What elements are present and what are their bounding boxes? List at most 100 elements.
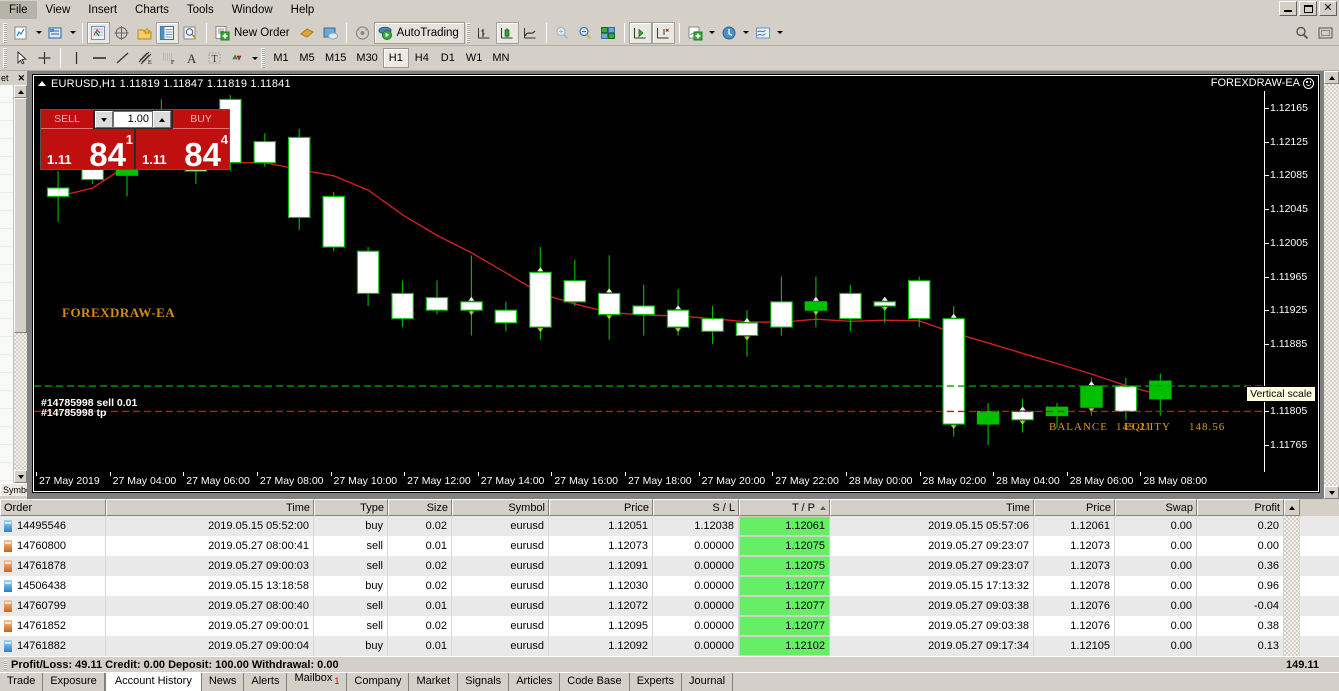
tab-code-base[interactable]: Code Base bbox=[560, 673, 630, 691]
tab-news[interactable]: News bbox=[201, 673, 245, 691]
sell-price-box[interactable]: 1.11 84 1 bbox=[41, 129, 134, 169]
new-order-button[interactable]: New Order bbox=[211, 22, 296, 44]
chart-restore-icon[interactable] bbox=[38, 81, 46, 86]
autotrading-button[interactable]: AutoTrading bbox=[373, 21, 465, 44]
candlestick-chart-icon[interactable] bbox=[495, 21, 519, 44]
column-header-price[interactable]: Price bbox=[549, 499, 653, 516]
table-row[interactable]: 14506438 2019.05.15 13:18:58 buy 0.02 eurusd… bbox=[0, 576, 1339, 596]
chart-plot-container[interactable]: FOREXDRAW-EA #14785998 sell 0.01 #147859… bbox=[33, 91, 1319, 472]
chart-shift-icon[interactable] bbox=[651, 21, 675, 44]
zoom-out-icon[interactable] bbox=[574, 22, 597, 44]
sell-button[interactable]: SELL bbox=[41, 110, 93, 129]
column-header-price[interactable]: Price bbox=[1034, 499, 1115, 516]
market-watch-grid[interactable] bbox=[0, 85, 14, 483]
tab-exposure[interactable]: Exposure bbox=[43, 673, 105, 691]
vertical-line-icon[interactable] bbox=[65, 47, 88, 69]
toolbar-grip-3[interactable] bbox=[3, 48, 7, 68]
profiles-dropdown-icon[interactable] bbox=[67, 22, 78, 44]
templates-icon[interactable] bbox=[752, 22, 775, 44]
menu-item-insert[interactable]: Insert bbox=[79, 1, 126, 19]
column-header-s-l[interactable]: S / L bbox=[653, 499, 739, 516]
toolbar-grip[interactable] bbox=[3, 22, 7, 43]
column-header-time[interactable]: Time bbox=[830, 499, 1034, 516]
horizontal-line-icon[interactable] bbox=[88, 47, 111, 69]
menu-item-window[interactable]: Window bbox=[223, 1, 282, 19]
indicators-icon[interactable] bbox=[684, 22, 707, 44]
tab-articles[interactable]: Articles bbox=[509, 673, 561, 691]
timeframe-m15[interactable]: M15 bbox=[320, 48, 351, 68]
search-icon[interactable] bbox=[1291, 22, 1314, 44]
bar-chart-icon[interactable] bbox=[473, 22, 496, 44]
column-header-order[interactable]: Order bbox=[0, 499, 106, 516]
menu-item-charts[interactable]: Charts bbox=[126, 1, 178, 19]
crosshair-icon[interactable] bbox=[33, 47, 56, 69]
zoom-in-icon[interactable] bbox=[551, 22, 574, 44]
timeframe-h4[interactable]: H4 bbox=[409, 48, 435, 68]
price-axis[interactable]: Vertical scale 1.12165 1.12125 1.12085 1.12… bbox=[1246, 91, 1318, 472]
templates-dropdown-icon[interactable] bbox=[775, 22, 786, 44]
scrollbar-track[interactable] bbox=[14, 333, 27, 470]
line-chart-icon[interactable] bbox=[519, 22, 542, 44]
volume-increase-icon[interactable] bbox=[153, 111, 171, 128]
periods-dropdown-icon[interactable] bbox=[741, 22, 752, 44]
time-axis[interactable]: 27 May 2019 27 May 04:00 27 May 06:00 27 Ma… bbox=[33, 472, 1319, 492]
tab-signals[interactable]: Signals bbox=[458, 673, 510, 691]
column-header-profit[interactable]: Profit bbox=[1197, 499, 1284, 516]
close-button[interactable]: ✕ bbox=[1319, 1, 1337, 16]
table-row[interactable]: 14760800 2019.05.27 08:00:41 sell 0.01 eurus… bbox=[0, 536, 1339, 556]
toolbar-grip-2[interactable] bbox=[465, 22, 470, 43]
tab-trade[interactable]: Trade bbox=[0, 673, 44, 691]
chart-scroll-up-icon[interactable] bbox=[1324, 71, 1339, 84]
column-header-type[interactable]: Type bbox=[314, 499, 388, 516]
trendline-icon[interactable] bbox=[111, 47, 134, 69]
text-icon[interactable]: A bbox=[180, 47, 203, 69]
timeframe-d1[interactable]: D1 bbox=[435, 48, 461, 68]
volume-input[interactable]: 1.00 bbox=[113, 111, 153, 128]
buy-button[interactable]: BUY bbox=[173, 110, 229, 129]
timeframe-w1[interactable]: W1 bbox=[461, 48, 488, 68]
column-header-symbol[interactable]: Symbol bbox=[452, 499, 549, 516]
column-header-size[interactable]: Size bbox=[388, 499, 452, 516]
chart-scrollbar-track[interactable] bbox=[1324, 84, 1339, 486]
timeframe-m30[interactable]: M30 bbox=[351, 48, 382, 68]
tab-alerts[interactable]: Alerts bbox=[244, 673, 288, 691]
arrows-icon[interactable] bbox=[226, 47, 249, 69]
column-header-t-p[interactable]: T / P bbox=[739, 499, 830, 516]
profiles-icon[interactable] bbox=[44, 22, 67, 44]
tab-journal[interactable]: Journal bbox=[681, 673, 734, 691]
terminal-scroll-up-icon[interactable] bbox=[1284, 499, 1300, 516]
scroll-up-icon[interactable] bbox=[14, 85, 27, 98]
chart-vertical-scrollbar[interactable] bbox=[1324, 71, 1339, 499]
scroll-down-icon[interactable] bbox=[14, 470, 27, 483]
periods-icon[interactable] bbox=[718, 22, 741, 44]
table-row[interactable]: 14761878 2019.05.27 09:00:03 sell 0.02 eurus… bbox=[0, 556, 1339, 576]
column-header-swap[interactable]: Swap bbox=[1115, 499, 1197, 516]
text-label-icon[interactable]: T bbox=[203, 47, 226, 69]
minimize-button[interactable] bbox=[1279, 1, 1297, 16]
menu-item-help[interactable]: Help bbox=[282, 1, 324, 19]
auto-scroll-icon[interactable] bbox=[628, 21, 652, 44]
column-header-time[interactable]: Time bbox=[106, 499, 314, 516]
mql5-community-icon[interactable] bbox=[319, 22, 342, 44]
terminal-icon[interactable] bbox=[156, 21, 179, 44]
timeframe-mn[interactable]: MN bbox=[487, 48, 514, 68]
cursor-icon[interactable] bbox=[10, 47, 33, 69]
metaeditor-icon[interactable] bbox=[296, 22, 319, 44]
new-chart-dropdown-icon[interactable] bbox=[33, 22, 44, 44]
tab-experts[interactable]: Experts bbox=[629, 673, 682, 691]
indicators-dropdown-icon[interactable] bbox=[707, 22, 718, 44]
data-window-icon[interactable] bbox=[110, 22, 133, 44]
equidistant-channel-icon[interactable]: E bbox=[134, 47, 157, 69]
restore-button[interactable] bbox=[1299, 1, 1317, 16]
menu-item-file[interactable]: File bbox=[0, 0, 37, 19]
menu-item-tools[interactable]: Tools bbox=[178, 1, 223, 19]
strategy-tester-icon[interactable] bbox=[179, 22, 202, 44]
market-watch-tab-symbols[interactable]: Symbols bbox=[0, 483, 27, 496]
table-row[interactable]: 14495546 2019.05.15 05:52:00 buy 0.02 eurusd… bbox=[0, 516, 1339, 536]
expert-advisors-icon[interactable] bbox=[351, 22, 374, 44]
volume-decrease-icon[interactable] bbox=[95, 111, 113, 128]
toolbar-grip-4[interactable] bbox=[261, 48, 265, 68]
menu-item-view[interactable]: View bbox=[37, 1, 80, 19]
timeframe-m5[interactable]: M5 bbox=[294, 48, 320, 68]
timeframe-h1[interactable]: H1 bbox=[382, 48, 409, 68]
